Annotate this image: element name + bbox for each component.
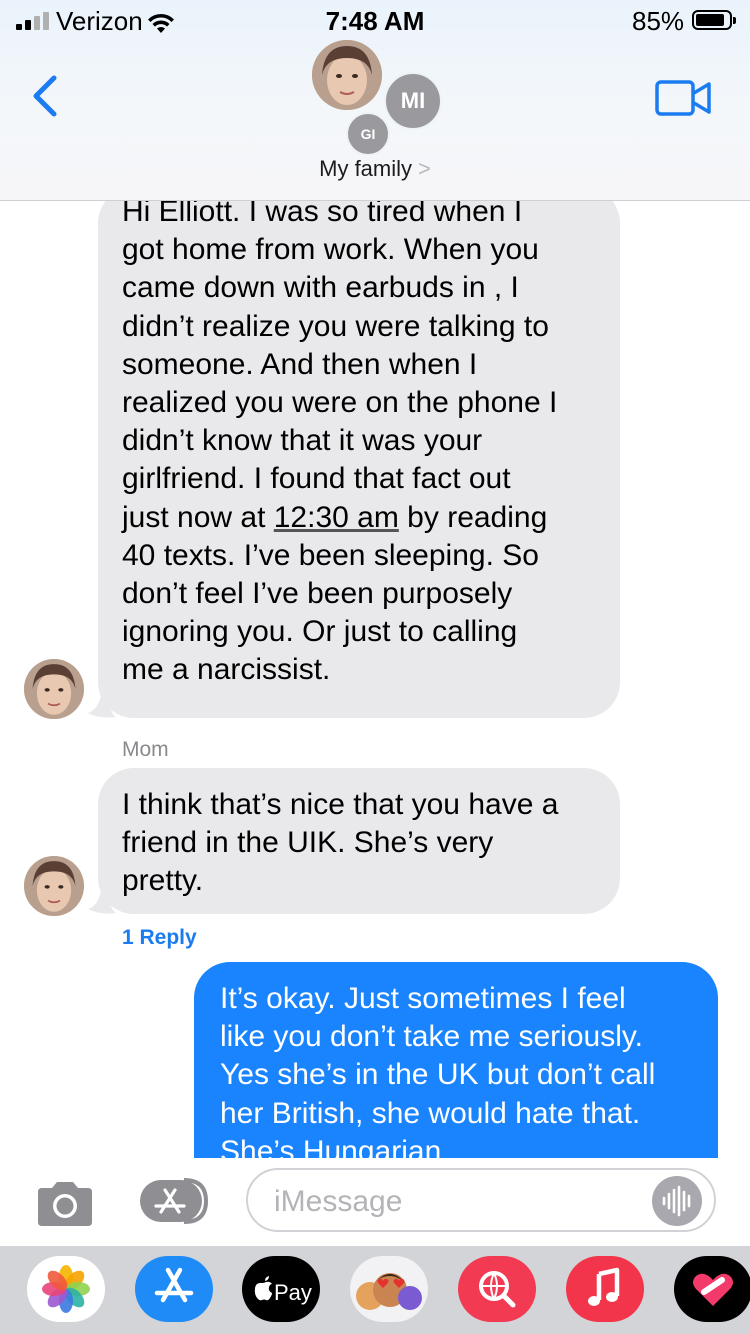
message-thread[interactable]: Hi Elliott. I was so tired when I got ho… [0,201,750,1158]
apple-pay-app[interactable]: Pay [242,1256,320,1322]
compose-bar [0,1158,750,1246]
camera-icon [38,1182,92,1226]
music-app[interactable] [566,1256,644,1322]
audio-message-button[interactable] [652,1176,702,1226]
web-search-icon [479,1271,516,1308]
group-name-button[interactable]: My family > [0,156,750,182]
audio-waveform-icon [662,1185,691,1217]
battery-percent: 85% [632,6,685,36]
message-line: me a narcissist. [122,653,331,687]
web-search-app[interactable] [458,1256,536,1322]
imessage-field[interactable] [246,1168,716,1232]
person-photo-icon [312,40,382,110]
message-line: Yes she’s in the UK but don’t call [220,1058,656,1092]
message-line: didn’t know that it was your [122,424,483,458]
heart-app[interactable] [674,1256,750,1322]
video-camera-icon [655,80,711,116]
sender-avatar[interactable] [24,659,84,719]
message-input[interactable] [272,1178,636,1226]
app-store-icon [154,1267,194,1303]
message-line: came down with earbuds in , I [122,271,519,305]
message-line: She’s Hungarian [220,1134,442,1158]
message-line: ignoring you. Or just to calling [122,615,518,649]
message-bubble-incoming[interactable]: I think that’s nice that you have a frie… [98,768,620,914]
camera-button[interactable] [34,1180,96,1233]
pay-label: Pay [274,1280,312,1305]
heart-app-icon [693,1273,733,1306]
message-line: don’t feel I’ve been purposely [122,577,513,611]
message-line: It’s okay. Just sometimes I feel [220,982,626,1015]
message-line: Hi Elliott. I was so tired when I [122,201,523,228]
group-avatar-photo[interactable] [312,40,382,110]
message-line: girlfriend. I found that fact out [122,462,511,496]
photos-icon [42,1265,90,1313]
back-button[interactable] [28,72,62,125]
message-line: someone. And then when I [122,347,478,381]
message-bubble-outgoing[interactable]: It’s okay. Just sometimes I feel like yo… [194,962,718,1158]
photos-app[interactable] [27,1256,105,1322]
message-line: realized you were on the phone I [122,386,558,420]
sender-name: Mom [122,738,169,761]
app-drawer: Pay [0,1246,750,1334]
music-icon [588,1267,620,1306]
person-photo-icon [24,659,84,719]
chevron-right-icon: > [418,156,431,181]
thread-reply-link[interactable]: 1 Reply [122,926,197,950]
bubble-tail [88,689,116,718]
group-name: My family [319,156,413,181]
apple-pay-icon: Pay [254,1276,312,1305]
app-store-button[interactable] [138,1178,214,1229]
memoji-icon [356,1273,422,1310]
message-line: pretty. [122,864,204,898]
message-line: like you don’t take me seriously. [220,1020,643,1054]
participant-avatar-gi[interactable]: GI [346,112,390,156]
video-call-button[interactable] [654,78,712,123]
message-bubble-incoming[interactable]: Hi Elliott. I was so tired when I got ho… [98,201,620,718]
message-line: I think that’s nice that you have a [122,788,559,821]
message-line: her British, she would hate that. [220,1096,641,1130]
memoji-app[interactable] [350,1256,428,1322]
message-text: by reading [398,500,548,534]
conversation-header: Verizon 7:48 AM 85% MI GI My family > [0,0,750,201]
participant-avatar-mi[interactable]: MI [384,72,442,130]
message-line: 40 texts. I’ve been sleeping. So [122,538,539,572]
message-line: friend in the UIK. She’s very [122,826,494,860]
message-text: just now at [122,500,274,534]
app-store-icon [140,1178,209,1224]
app-store-app[interactable] [135,1256,213,1322]
time-data-link[interactable]: 12:30 am [274,501,399,534]
person-photo-icon [24,856,84,916]
sender-avatar[interactable] [24,856,84,916]
status-bar: Verizon 7:48 AM 85% [0,0,750,40]
message-line: just now at 12:30 am by reading [122,499,600,537]
message-line: didn’t realize you were talking to [122,309,549,343]
battery-icon [692,10,736,30]
bubble-tail [88,885,116,914]
chevron-left-icon [33,75,57,117]
message-line: got home from work. When you [122,233,539,267]
